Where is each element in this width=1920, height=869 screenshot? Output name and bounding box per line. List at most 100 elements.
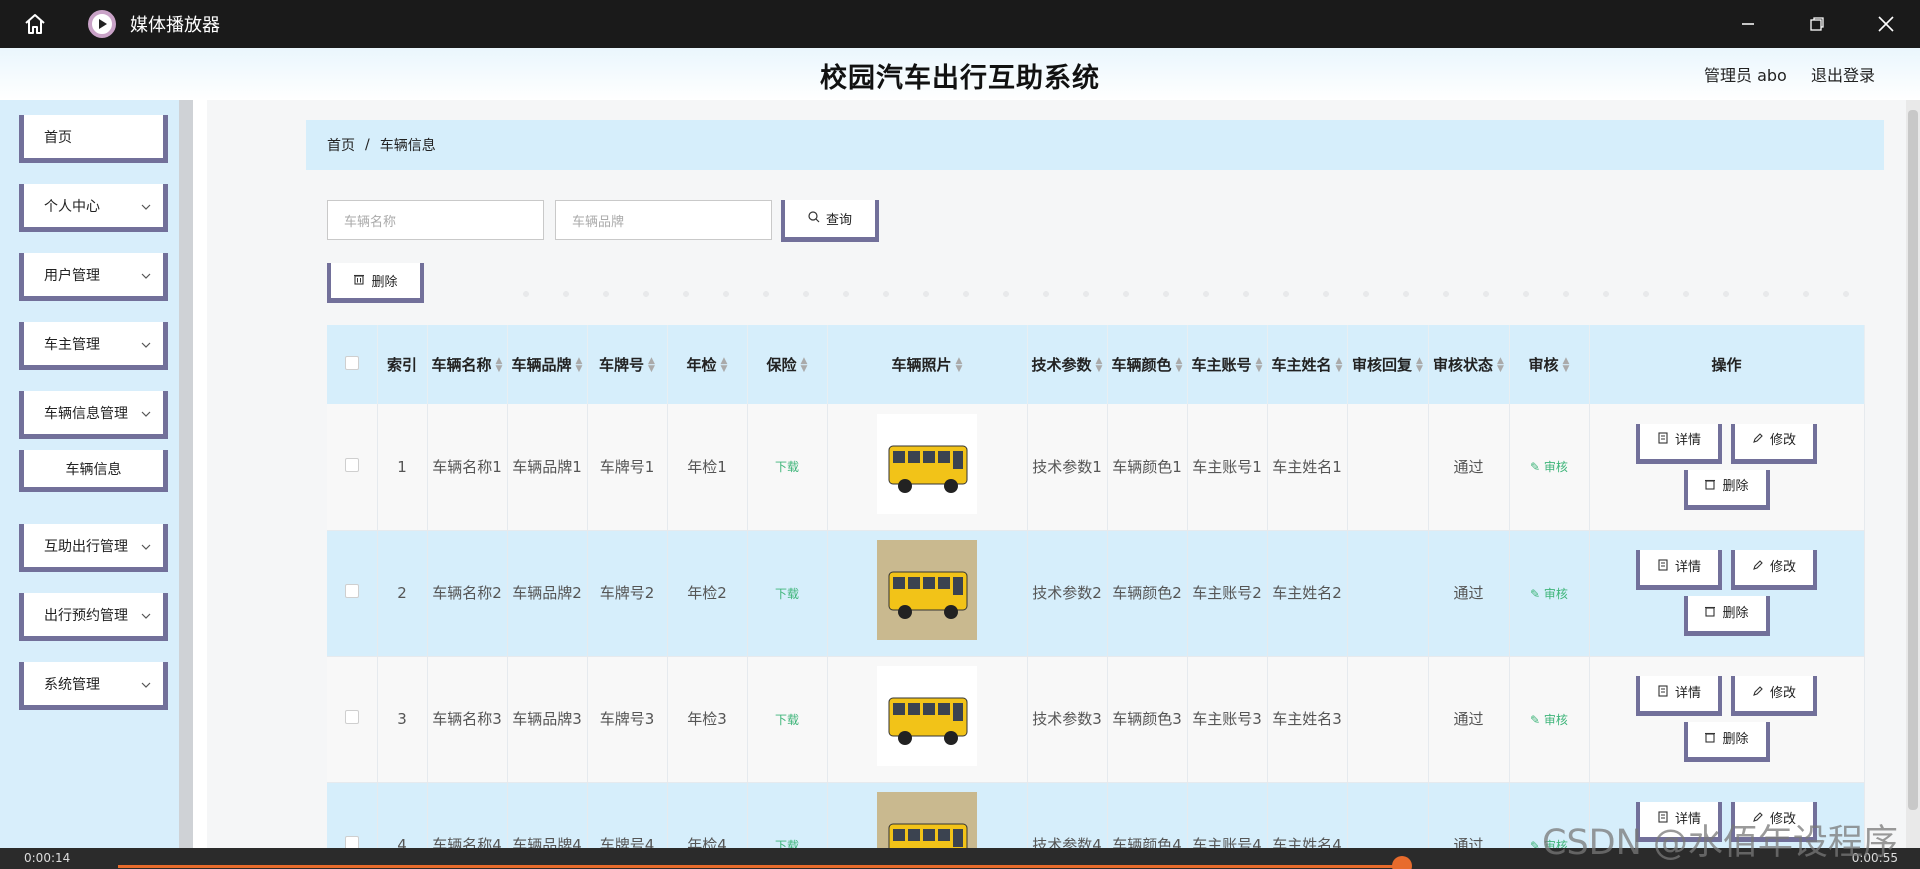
cell-owner-name: 车主姓名2 — [1267, 530, 1348, 657]
vehicle-table: 索引 车辆名称 ▲ ▼ 车辆品牌 ▲ ▼ 车牌号 ▲ ▼ 年检 ▲ ▼ 保险 ▲ ▼ 车辆照片 ▲ ▼ … — [327, 325, 1865, 869]
row-checkbox[interactable] — [327, 404, 378, 531]
edit-button[interactable]: 修改 — [1731, 550, 1817, 590]
batch-delete-button[interactable]: 删除 — [327, 263, 424, 303]
chevron-down-icon — [141, 608, 151, 624]
vehicle-brand-input[interactable]: 车辆品牌 — [555, 200, 772, 240]
seek-handle[interactable] — [1391, 856, 1412, 869]
review-link[interactable]: ✎ 审核 — [1530, 713, 1568, 727]
sort-icon: ▲ ▼ — [1175, 356, 1183, 374]
review-link[interactable]: ✎ 审核 — [1530, 587, 1568, 601]
media-player-logo-icon — [88, 10, 116, 38]
select-all-checkbox[interactable] — [327, 325, 378, 404]
column-header[interactable]: 审核回复 ▲ ▼ — [1347, 325, 1429, 404]
delete-button[interactable]: 删除 — [1683, 596, 1770, 636]
row-checkbox[interactable] — [327, 656, 378, 783]
cell-owner-name: 车主姓名1 — [1267, 404, 1348, 531]
restore-button[interactable] — [1782, 0, 1851, 48]
sidebar-item-system-management[interactable]: 系统管理 — [19, 662, 168, 710]
cell-vehicle-name: 车辆名称2 — [427, 530, 508, 657]
cell-inspection: 年检2 — [667, 530, 748, 657]
cell-review-status: 通过 — [1428, 656, 1510, 783]
insurance-download-link[interactable]: 下载 — [775, 587, 799, 601]
column-header[interactable]: 保险 ▲ ▼ — [747, 325, 828, 404]
detail-button[interactable]: 详情 — [1636, 676, 1722, 716]
column-header[interactable]: 审核状态 ▲ ▼ — [1428, 325, 1510, 404]
sort-icon: ▲ ▼ — [1562, 356, 1570, 374]
column-header[interactable]: 年检 ▲ ▼ — [667, 325, 748, 404]
cell-params: 技术参数1 — [1027, 404, 1108, 531]
sort-icon: ▲ ▼ — [800, 356, 808, 374]
column-header[interactable]: 技术参数 ▲ ▼ — [1027, 325, 1108, 404]
sidebar-item-trip-booking-management[interactable]: 出行预约管理 — [19, 593, 168, 641]
review-link[interactable]: ✎ 审核 — [1530, 460, 1568, 474]
column-header[interactable]: 车辆品牌 ▲ ▼ — [507, 325, 588, 404]
cell-owner-account: 车主账号2 — [1187, 530, 1268, 657]
cell-inspection: 年检3 — [667, 656, 748, 783]
cell-photo — [827, 530, 1028, 657]
document-icon — [1657, 430, 1669, 452]
sidebar-item-vehicle-info[interactable]: 车辆信息 — [19, 450, 168, 492]
cell-inspection: 年检1 — [667, 404, 748, 531]
column-header[interactable]: 审核 ▲ ▼ — [1509, 325, 1590, 404]
vehicle-photo — [877, 540, 977, 640]
cell-actions: 详情 修改 删除 — [1589, 530, 1865, 657]
batch-delete-label: 删除 — [371, 275, 398, 290]
cell-insurance: 下载 — [747, 530, 828, 657]
cell-review-reply — [1347, 404, 1429, 531]
cell-index: 2 — [377, 530, 428, 657]
column-header[interactable]: 车辆照片 ▲ ▼ — [827, 325, 1028, 404]
cell-review: ✎ 审核 — [1509, 656, 1590, 783]
cell-color: 车辆颜色3 — [1107, 656, 1188, 783]
minimize-button[interactable] — [1713, 0, 1782, 48]
edit-button[interactable]: 修改 — [1731, 423, 1817, 464]
column-header[interactable]: 车辆名称 ▲ ▼ — [427, 325, 508, 404]
page-scrollbar[interactable] — [1906, 100, 1920, 848]
cell-vehicle-name: 车辆名称1 — [427, 404, 508, 531]
seek-bar[interactable] — [118, 865, 1402, 868]
home-icon[interactable] — [0, 0, 70, 48]
table-row: 2 车辆名称2 车辆品牌2 车牌号2 年检2 下载 技术参数2 车辆颜色2 车主… — [327, 530, 1865, 657]
breadcrumb-home[interactable]: 首页 — [327, 135, 355, 155]
sidebar-item-user-management[interactable]: 用户管理 — [19, 253, 168, 301]
edit-icon: ✎ — [1530, 712, 1544, 727]
cell-review-status: 通过 — [1428, 404, 1510, 531]
column-header[interactable]: 车牌号 ▲ ▼ — [587, 325, 668, 404]
edit-icon: ✎ — [1530, 586, 1544, 601]
app-header: 校园汽车出行互助系统 管理员 abo 退出登录 — [0, 48, 1920, 100]
sidebar-item-personal-center[interactable]: 个人中心 — [19, 184, 168, 232]
delete-button[interactable]: 删除 — [1683, 469, 1770, 510]
sort-icon: ▲ ▼ — [575, 356, 583, 374]
watermark: CSDN @水佰年设程序 — [1542, 823, 1898, 863]
insurance-download-link[interactable]: 下载 — [775, 713, 799, 727]
cell-review-reply — [1347, 656, 1429, 783]
document-icon — [1657, 683, 1669, 705]
sidebar-item-label: 车主管理 — [44, 336, 100, 353]
sidebar-item-home[interactable]: 首页 — [19, 115, 168, 163]
detail-button[interactable]: 详情 — [1636, 550, 1722, 590]
column-header[interactable]: 车辆颜色 ▲ ▼ — [1107, 325, 1188, 404]
delete-button[interactable]: 删除 — [1683, 722, 1770, 762]
column-header[interactable]: 车主姓名 ▲ ▼ — [1267, 325, 1348, 404]
sidebar-item-label: 车辆信息管理 — [44, 405, 128, 422]
vehicle-name-input[interactable]: 车辆名称 — [327, 200, 544, 240]
query-button[interactable]: 查询 — [781, 200, 879, 242]
cell-plate: 车牌号3 — [587, 656, 668, 783]
cell-owner-account: 车主账号3 — [1187, 656, 1268, 783]
sort-icon: ▲ ▼ — [955, 356, 963, 374]
sort-icon: ▲ ▼ — [1335, 356, 1343, 374]
sidebar-item-carpool-management[interactable]: 互助出行管理 — [19, 524, 168, 572]
breadcrumb: 首页 / 车辆信息 — [306, 120, 1884, 170]
cell-plate: 车牌号1 — [587, 404, 668, 531]
insurance-download-link[interactable]: 下载 — [775, 460, 799, 474]
cell-color: 车辆颜色2 — [1107, 530, 1188, 657]
detail-button[interactable]: 详情 — [1636, 423, 1722, 464]
trash-icon — [353, 273, 365, 289]
logout-link[interactable]: 退出登录 — [1811, 62, 1875, 86]
sidebar-item-vehicle-info-management[interactable]: 车辆信息管理 — [19, 391, 168, 439]
sidebar-item-owner-management[interactable]: 车主管理 — [19, 322, 168, 370]
cell-index: 3 — [377, 656, 428, 783]
column-header[interactable]: 车主账号 ▲ ▼ — [1187, 325, 1268, 404]
edit-button[interactable]: 修改 — [1731, 676, 1817, 716]
close-button[interactable] — [1851, 0, 1920, 48]
row-checkbox[interactable] — [327, 530, 378, 657]
